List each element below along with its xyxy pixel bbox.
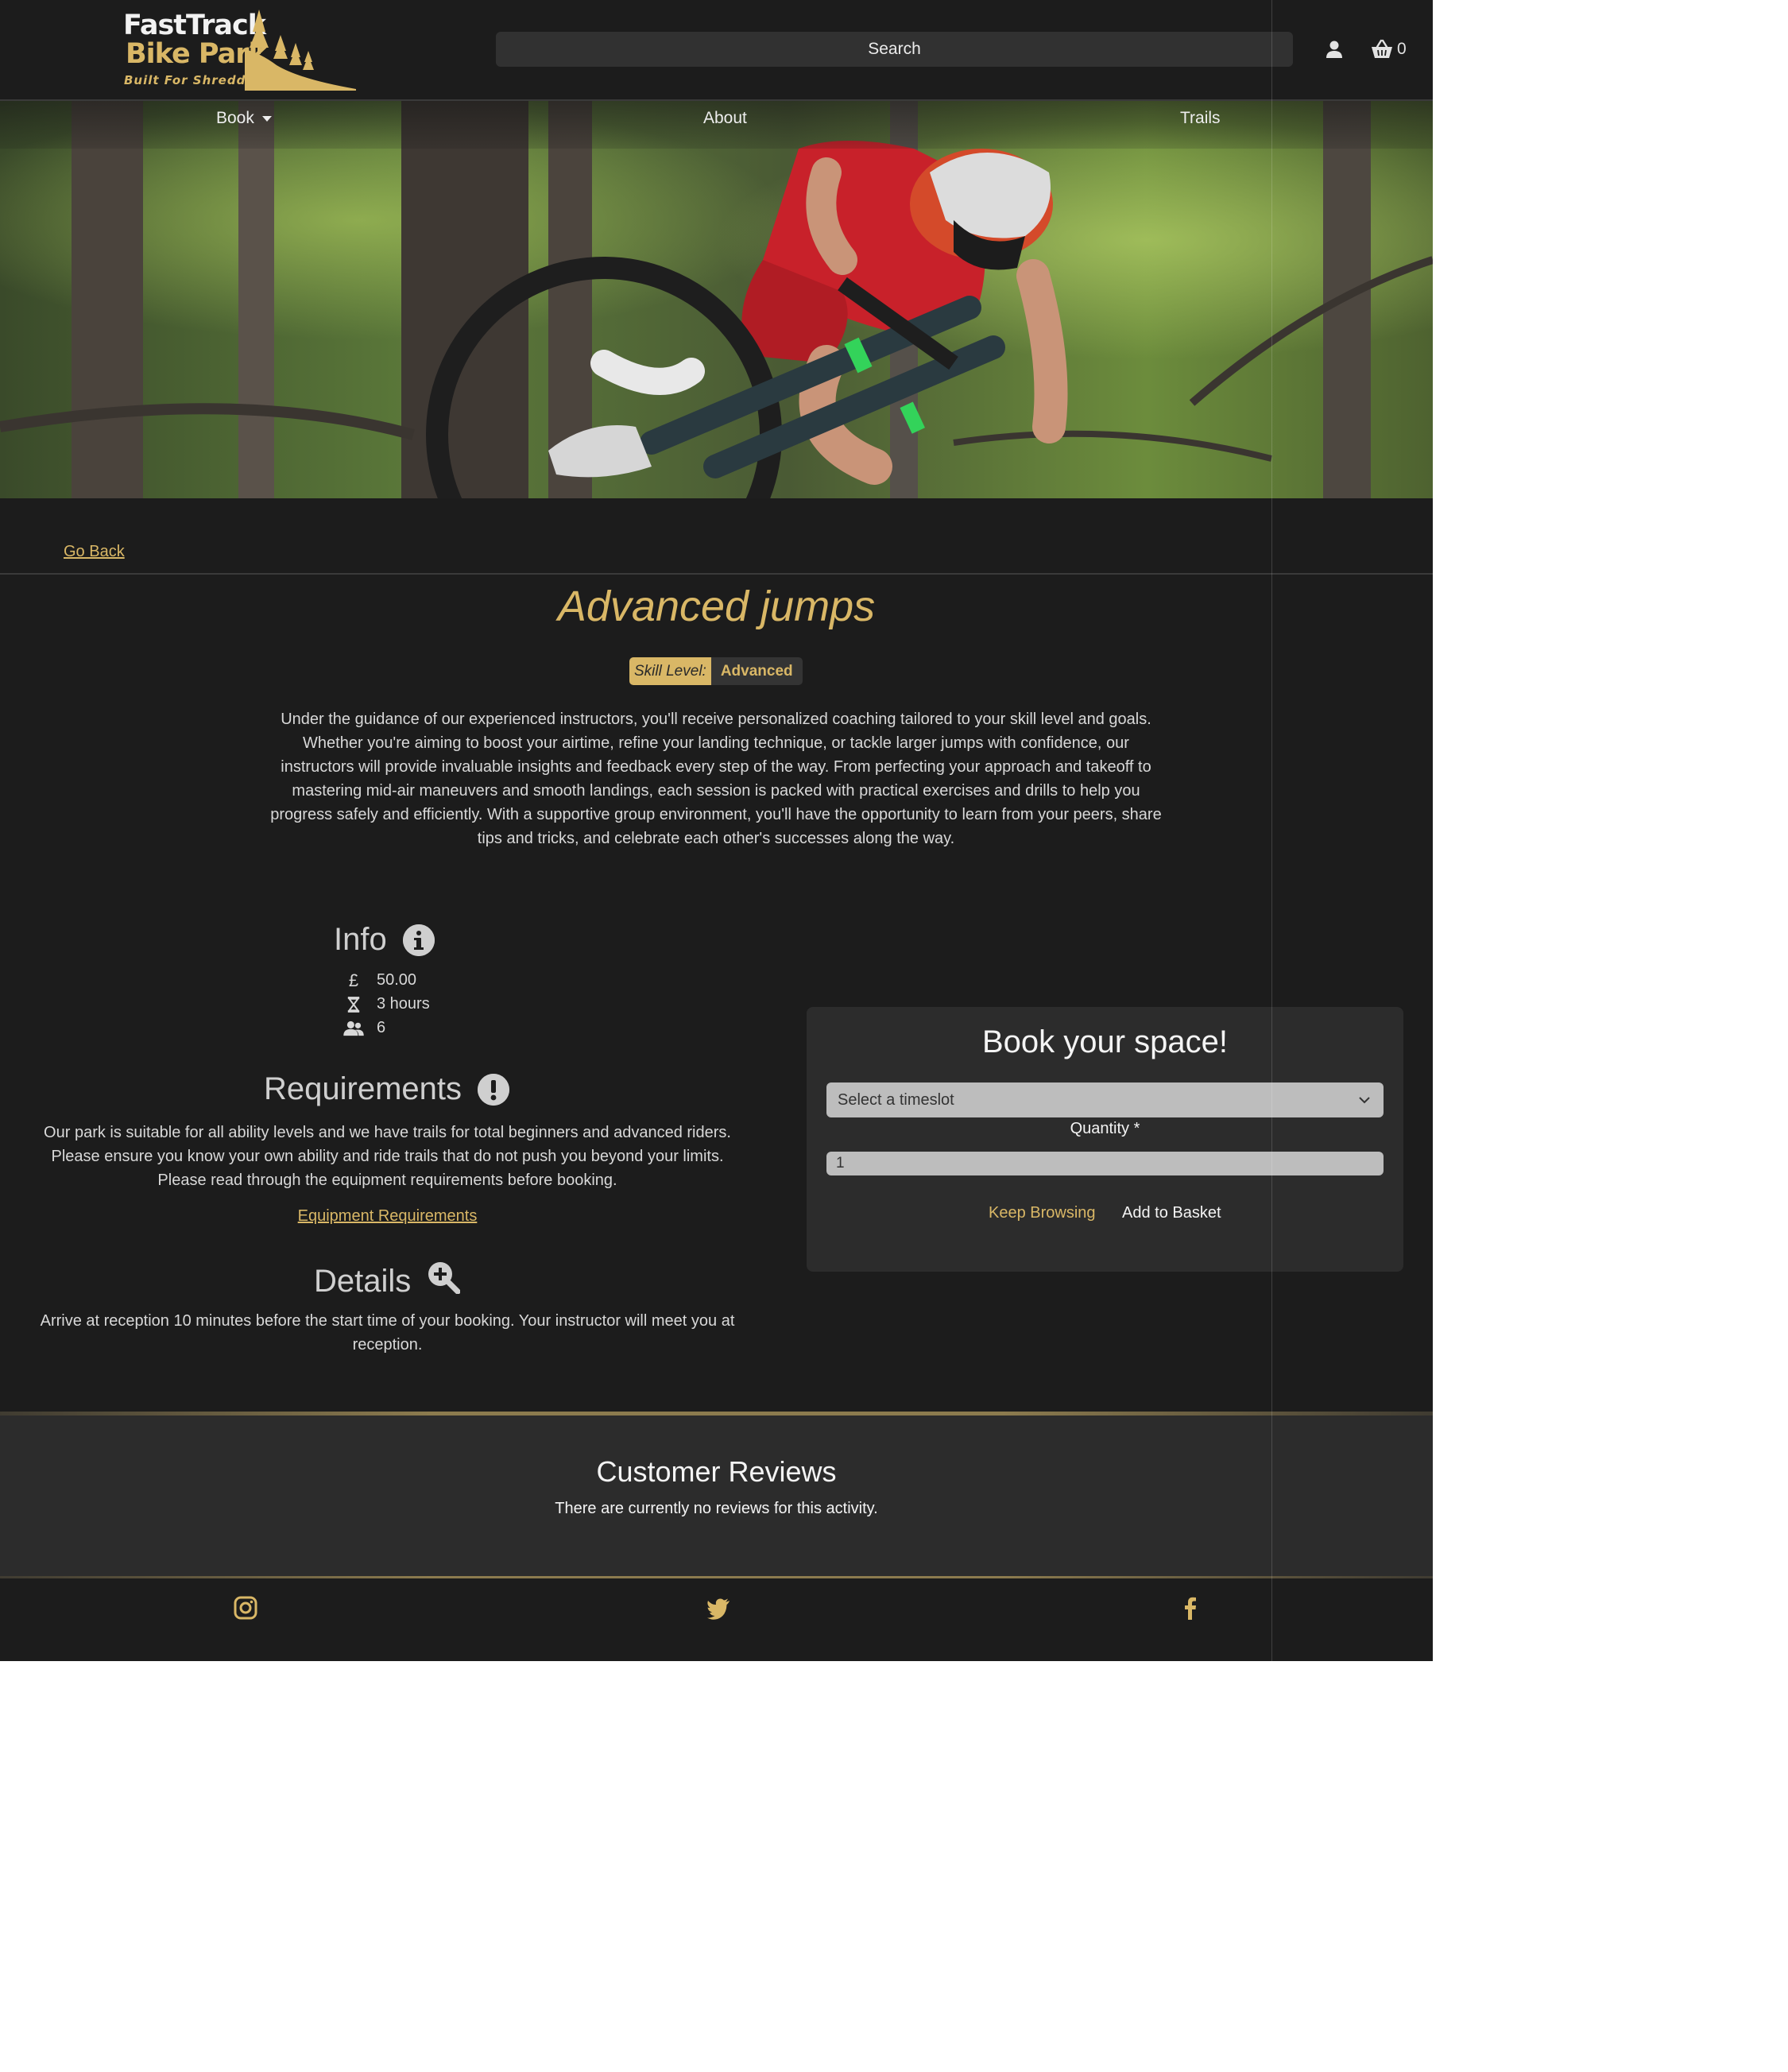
caret-down-icon: [261, 115, 272, 122]
booking-card: Book your space! Select a timeslot Quant…: [807, 1007, 1403, 1272]
info-duration-row: 3 hours: [343, 995, 430, 1013]
add-to-basket-button[interactable]: Add to Basket: [1122, 1204, 1221, 1222]
quantity-input[interactable]: 1: [826, 1152, 1384, 1175]
info-icon: [402, 924, 435, 956]
search-input[interactable]: Search: [496, 32, 1293, 67]
details-text: Arrive at reception 10 minutes before th…: [40, 1312, 735, 1354]
reviews-top-border: [0, 1412, 1433, 1416]
info-heading-text: Info: [334, 922, 387, 957]
exclamation-icon: [478, 1073, 510, 1106]
basket-icon: [1372, 39, 1392, 58]
keep-browsing-button[interactable]: Keep Browsing: [989, 1204, 1096, 1222]
reviews-section: Customer Reviews There are currently no …: [0, 1412, 1433, 1578]
divider: [0, 573, 1433, 575]
users-icon: [343, 1020, 364, 1037]
top-bar: FastTrack Bike Park Built For Shredding …: [0, 0, 1433, 101]
go-back-link[interactable]: Go Back: [64, 543, 125, 561]
basket-button[interactable]: 0: [1371, 38, 1407, 60]
page: FastTrack Bike Park Built For Shredding …: [0, 0, 1433, 1661]
user-icon: [1326, 41, 1342, 58]
info-capacity-value: 6: [377, 1019, 386, 1036]
requirements-heading: Requirements: [264, 1071, 510, 1107]
reviews-empty-text: There are currently no reviews for this …: [555, 1500, 878, 1517]
instagram-icon[interactable]: [233, 1595, 258, 1621]
hero-banner: Book About Trails: [0, 101, 1433, 498]
quantity-label: Quantity *: [1070, 1120, 1140, 1137]
details-heading: Details: [314, 1261, 461, 1302]
reviews-title: Customer Reviews: [596, 1455, 837, 1488]
skill-level-badge: Skill Level: Advanced: [629, 657, 803, 685]
logo-mountain-icon: [245, 10, 356, 91]
activity-description: Under the guidance of our experienced in…: [270, 711, 1162, 847]
requirements-text: Our park is suitable for all ability lev…: [44, 1124, 731, 1189]
account-button[interactable]: [1323, 38, 1345, 60]
main-nav: Book About Trails: [0, 101, 1433, 149]
hourglass-icon: [343, 996, 364, 1013]
booking-title: Book your space!: [981, 1024, 1229, 1059]
page-title: Advanced jumps: [557, 583, 876, 630]
details-heading-text: Details: [314, 1263, 412, 1299]
skill-level-value: Advanced: [710, 657, 803, 685]
guide-line: [1271, 0, 1272, 1661]
info-duration-value: 3 hours: [377, 995, 430, 1013]
facebook-icon[interactable]: [1178, 1595, 1203, 1621]
info-price-value: 50.00: [377, 971, 417, 989]
twitter-icon[interactable]: [706, 1595, 731, 1621]
hero-rider-photo: [0, 101, 1433, 498]
timeslot-select[interactable]: Select a timeslot: [826, 1082, 1384, 1117]
pound-icon: £: [348, 970, 359, 990]
basket-count: 0: [1397, 40, 1407, 58]
info-price-row: £ 50.00: [343, 970, 417, 990]
nav-item-book[interactable]: Book: [216, 109, 272, 128]
nav-item-about[interactable]: About: [703, 109, 747, 128]
info-capacity-row: 6: [343, 1019, 385, 1037]
reviews-bottom-border: [0, 1576, 1433, 1578]
site-logo[interactable]: FastTrack Bike Park Built For Shredding: [119, 10, 358, 91]
zoom-in-icon: [427, 1261, 461, 1302]
chevron-down-icon: [1359, 1097, 1370, 1104]
nav-item-book-label: Book: [216, 109, 254, 127]
equipment-requirements-link[interactable]: Equipment Requirements: [0, 1207, 775, 1226]
skill-level-label: Skill Level:: [629, 657, 711, 685]
timeslot-select-value: Select a timeslot: [838, 1091, 954, 1109]
requirements-heading-text: Requirements: [264, 1071, 462, 1106]
nav-item-trails[interactable]: Trails: [1180, 109, 1221, 128]
info-heading: Info: [334, 922, 435, 958]
